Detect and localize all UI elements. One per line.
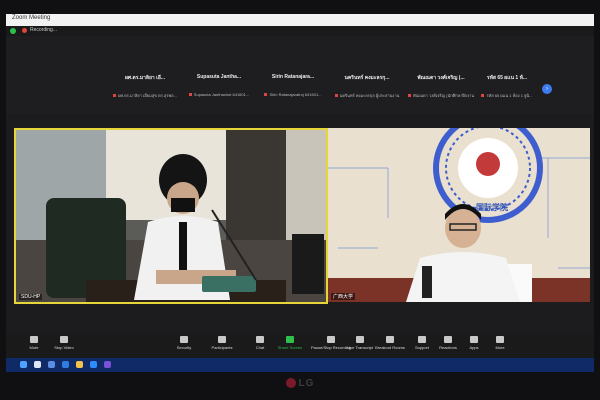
participant-subtitle: พัณณดา วงศ์เจริญ (นักศึกษาฝึกงาน) xyxy=(408,92,474,99)
participant-name: ผศ.ดร.มาลิยา เอี... xyxy=(125,75,165,81)
next-page-arrow-icon[interactable]: › xyxy=(542,84,552,94)
video-tile-label: SDU-HP xyxy=(19,294,43,300)
stop-video-button[interactable]: Stop Video xyxy=(42,336,86,350)
video-tile-participant[interactable]: 国际学院 广西大学 xyxy=(328,128,590,302)
search-icon[interactable] xyxy=(34,361,41,368)
backdrop-text: 国际学院 xyxy=(476,203,508,212)
os-taskbar xyxy=(6,358,594,372)
folder-icon[interactable] xyxy=(76,361,83,368)
screen: Zoom Meeting Recording... ผศ.ดร.มาลิยา เ… xyxy=(6,14,594,372)
mic-icon xyxy=(30,336,38,343)
app-icon[interactable] xyxy=(104,361,111,368)
participant-name: พัณณดา วงศ์เจริญ (... xyxy=(417,75,465,81)
people-icon xyxy=(218,336,226,343)
participant-tile[interactable]: รหัส 65 ผเเน 1 ห้... รหัส 65 ผเเน 1 ห้อง… xyxy=(474,74,540,104)
smile-icon xyxy=(444,336,452,343)
participant-subtitle: Supasuta Janthachot 641601... xyxy=(186,92,252,97)
recording-indicator-icon xyxy=(22,28,27,33)
recording-label: Recording... xyxy=(30,27,57,33)
video-tile-label: 广西大学 xyxy=(331,293,356,300)
participant-subtitle: นครินทร์ คงมะลรกุล ผู้ประสานงาน xyxy=(334,92,400,99)
meeting-info-bar: Recording... xyxy=(6,26,594,36)
meeting-toolbar: Mute Stop Video Security Participants Ch… xyxy=(6,332,594,358)
participant-tile[interactable]: พัณณดา วงศ์เจริญ (... พัณณดา วงศ์เจริญ (… xyxy=(408,74,474,104)
taskview-icon[interactable] xyxy=(48,361,55,368)
participant-tile[interactable]: Sirin Ratanajara... Sirin Ratanajaratroj… xyxy=(260,74,326,104)
participant-subtitle: ผศ.ดร.มาลิยา เอี่ยมสุข ดร.สุรพล... xyxy=(112,92,178,99)
participant-tile[interactable]: Supasuta Jantha... Supasuta Janthachot 6… xyxy=(186,74,252,104)
lg-logo-icon xyxy=(285,378,296,389)
window-title: Zoom Meeting xyxy=(12,15,51,21)
video-tile-active-speaker[interactable]: SDU-HP xyxy=(14,128,328,304)
apps-icon xyxy=(470,336,478,343)
participant-subtitle: Sirin Ratanajaratroj 641601... xyxy=(260,92,326,97)
shield-icon xyxy=(180,336,188,343)
edge-icon[interactable] xyxy=(62,361,69,368)
chat-icon xyxy=(256,336,264,343)
monitor-brand-logo: LG xyxy=(0,378,600,389)
share-icon xyxy=(286,336,294,343)
window-titlebar: Zoom Meeting xyxy=(6,14,594,26)
shield-status-icon[interactable] xyxy=(10,28,16,34)
more-icon xyxy=(496,336,504,343)
video-feed-backdrop xyxy=(328,128,590,302)
more-button[interactable]: More xyxy=(478,336,522,350)
camera-icon xyxy=(60,336,68,343)
participant-name: Supasuta Jantha... xyxy=(196,74,242,80)
zoom-icon[interactable] xyxy=(90,361,97,368)
video-feed-room xyxy=(16,130,326,302)
monitor-frame: Zoom Meeting Recording... ผศ.ดร.มาลิยา เ… xyxy=(0,0,600,400)
participant-subtitle: รหัส 65 ผเเน 1 ห้อง 1 ยูนิ... xyxy=(474,92,540,99)
start-icon[interactable] xyxy=(20,361,27,368)
grid-icon xyxy=(386,336,394,343)
participant-tile[interactable]: ผศ.ดร.มาลิยา เอี... ผศ.ดร.มาลิยา เอี่ยมส… xyxy=(112,74,178,104)
participant-name: นครินทร์ คงมะลรกุ... xyxy=(344,75,390,81)
record-icon xyxy=(327,336,335,343)
support-icon xyxy=(418,336,426,343)
participant-tile[interactable]: นครินทร์ คงมะลรกุ... นครินทร์ คงมะลรกุล … xyxy=(334,74,400,104)
participant-name: Sirin Ratanajara... xyxy=(271,74,315,80)
participant-name: รหัส 65 ผเเน 1 ห้... xyxy=(486,75,528,81)
cc-icon xyxy=(356,336,364,343)
participant-strip: ผศ.ดร.มาลิยา เอี... ผศ.ดร.มาลิยา เอี่ยมส… xyxy=(6,36,594,114)
